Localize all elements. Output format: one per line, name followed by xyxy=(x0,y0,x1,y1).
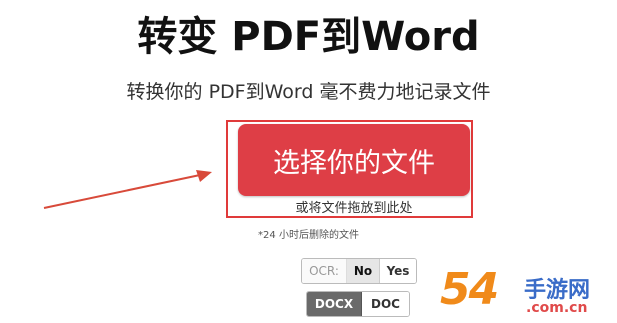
drop-hint: 或将文件拖放到此处 xyxy=(295,201,413,216)
annotation-arrow xyxy=(43,170,212,209)
ocr-label: OCR: xyxy=(302,259,347,283)
format-doc-button[interactable]: DOC xyxy=(362,292,409,316)
site-watermark: 54 手游网 .com.cn xyxy=(440,262,617,323)
format-docx-button[interactable]: DOCX xyxy=(307,292,362,316)
page-subtitle: 转换你的 PDF到Word 毫不费力地记录文件 xyxy=(126,81,491,103)
page-title: 转变 PDF到Word xyxy=(137,14,480,60)
watermark-site: .com.cn xyxy=(526,300,588,316)
delete-note: *24 小时后删除的文件 xyxy=(258,230,359,241)
ocr-toggle: OCR: No Yes xyxy=(301,258,417,284)
watermark-number: 54 xyxy=(440,264,499,315)
choose-file-button[interactable]: 选择你的文件 xyxy=(238,124,470,196)
ocr-yes-button[interactable]: Yes xyxy=(380,259,416,283)
ocr-no-button[interactable]: No xyxy=(347,259,380,283)
format-toggle: DOCX DOC xyxy=(306,291,410,317)
